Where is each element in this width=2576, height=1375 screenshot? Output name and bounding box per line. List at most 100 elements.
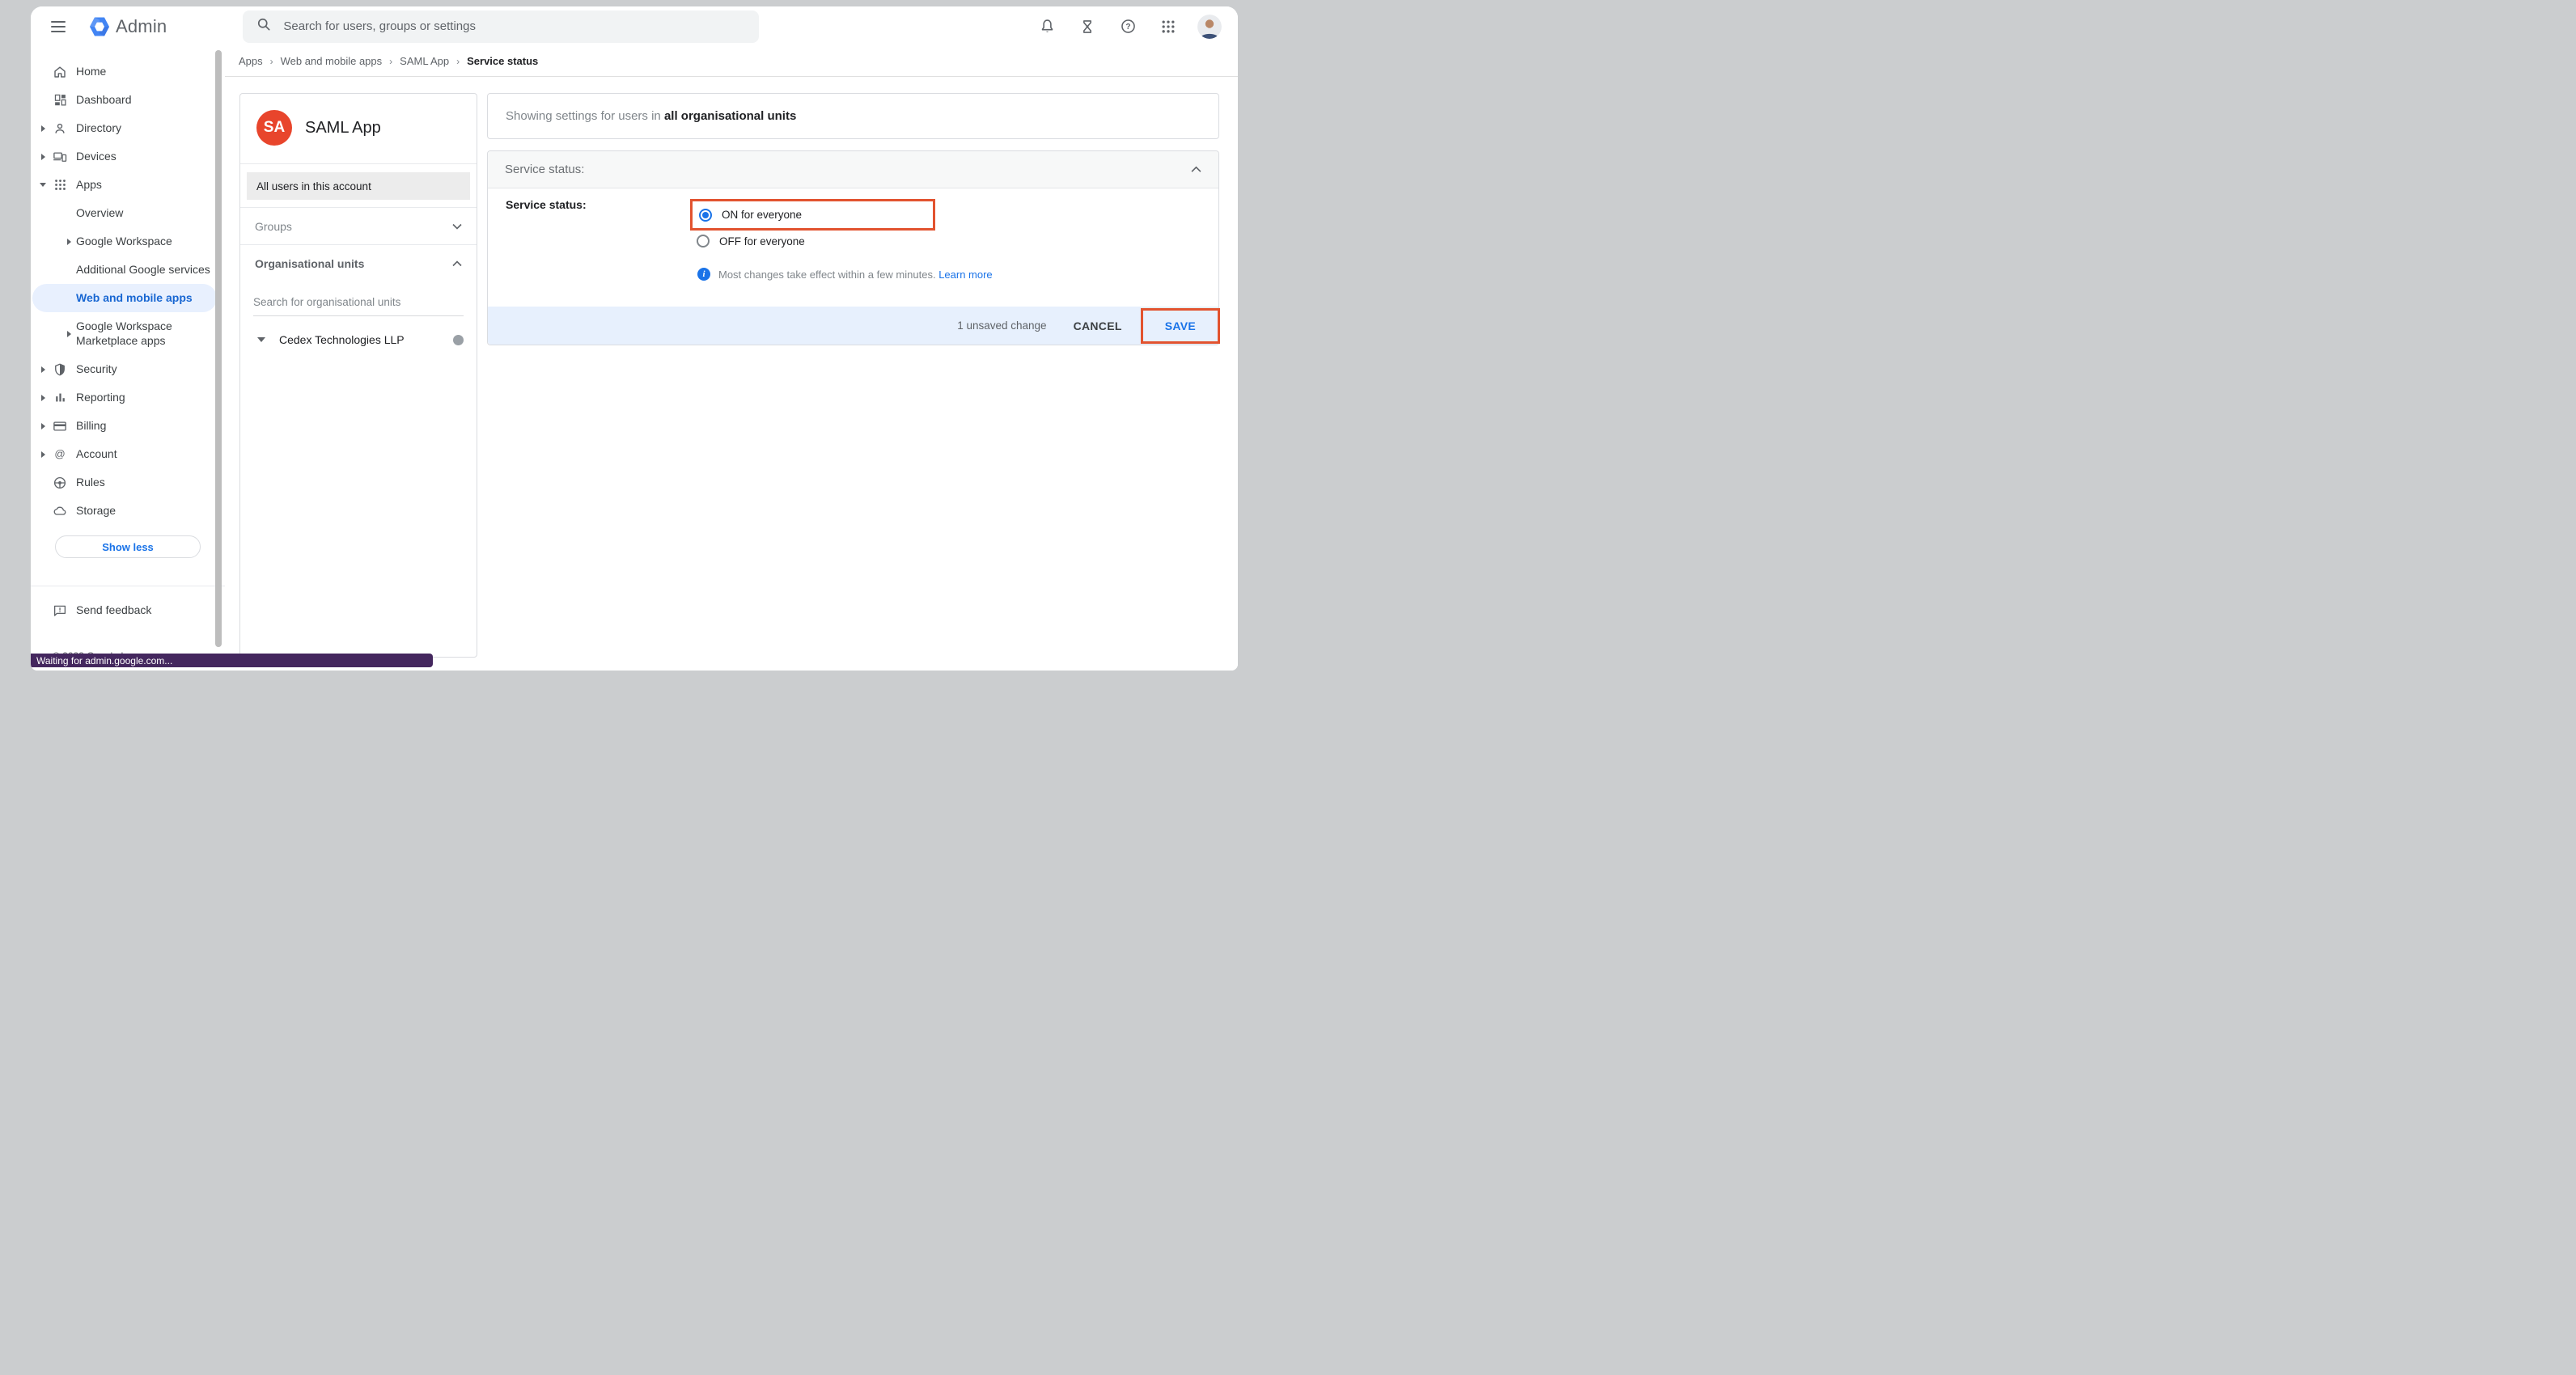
user-avatar[interactable]	[1197, 15, 1222, 39]
info-note: i Most changes take effect within a few …	[697, 268, 993, 281]
browser-status-bar: Waiting for admin.google.com...	[31, 654, 433, 667]
expand-right-icon	[39, 423, 47, 429]
settings-column: Showing settings for users in all organi…	[487, 93, 1219, 345]
admin-hexagon-icon	[89, 16, 110, 37]
apps-grid-icon[interactable]	[1159, 17, 1178, 36]
breadcrumb-separator: ›	[270, 56, 273, 67]
radio-unselected-icon[interactable]	[697, 235, 710, 248]
sidebar-item-billing[interactable]: Billing	[31, 412, 225, 440]
app-panel-header: SA SAML App	[240, 94, 477, 164]
field-label: Service status:	[506, 198, 587, 211]
service-status-body: Service status: ON for everyone	[488, 188, 1218, 307]
radio-off-option[interactable]: OFF for everyone	[697, 235, 805, 248]
sidebar-item-reporting[interactable]: Reporting	[31, 383, 225, 412]
breadcrumb-apps[interactable]: Apps	[239, 55, 263, 67]
sidebar-item-security[interactable]: Security	[31, 355, 225, 383]
learn-more-link[interactable]: Learn more	[938, 269, 992, 281]
app-avatar: SA	[256, 110, 292, 146]
expand-right-icon	[39, 366, 47, 373]
send-feedback-button[interactable]: Send feedback	[31, 598, 225, 624]
search-input[interactable]	[282, 19, 746, 34]
rules-wheel-icon	[53, 476, 67, 490]
feedback-icon	[53, 603, 67, 618]
sidebar-item-account[interactable]: @ Account	[31, 440, 225, 468]
storage-cloud-icon	[53, 504, 67, 518]
product-name: Admin	[116, 16, 167, 37]
svg-text:@: @	[54, 448, 65, 460]
service-status-card: Service status: Service status:	[487, 150, 1219, 345]
content-area: SA SAML App All users in this account Gr…	[225, 77, 1238, 671]
annotation-box-save-button: SAVE	[1141, 308, 1220, 344]
show-less-button[interactable]: Show less	[55, 535, 201, 558]
security-shield-icon	[53, 362, 67, 377]
org-unit-status-dot	[453, 335, 464, 345]
section-title: Service status:	[505, 163, 584, 176]
apps-icon	[53, 178, 67, 192]
sidebar-item-home[interactable]: Home	[31, 57, 225, 86]
app-title: SAML App	[305, 119, 381, 138]
header-actions: ?	[1016, 15, 1222, 39]
breadcrumb-web-and-mobile-apps[interactable]: Web and mobile apps	[281, 55, 383, 67]
notifications-bell-icon[interactable]	[1037, 17, 1057, 36]
info-text: Most changes take effect within a few mi…	[718, 269, 938, 281]
sidebar-item-marketplace-apps[interactable]: Google Workspace Marketplace apps	[31, 312, 225, 355]
expand-right-icon	[39, 154, 47, 160]
svg-text:?: ?	[1125, 23, 1130, 32]
breadcrumb-separator: ›	[389, 56, 392, 67]
help-icon[interactable]: ?	[1118, 17, 1138, 36]
sidebar-item-web-and-mobile-apps[interactable]: Web and mobile apps	[32, 284, 217, 312]
google-admin-logo[interactable]: Admin	[89, 16, 167, 37]
service-status-header[interactable]: Service status:	[488, 151, 1218, 188]
unsaved-changes-text: 1 unsaved change	[957, 319, 1046, 332]
search-icon	[256, 16, 272, 36]
admin-console-window: Admin	[31, 6, 1238, 671]
status-bar-text: Waiting for admin.google.com...	[36, 655, 172, 666]
menu-icon[interactable]	[51, 21, 66, 32]
all-users-scope[interactable]: All users in this account	[247, 172, 470, 200]
save-button[interactable]: SAVE	[1160, 319, 1201, 333]
sidebar-item-apps[interactable]: Apps	[31, 171, 225, 199]
sidebar-item-dashboard[interactable]: Dashboard	[31, 86, 225, 114]
info-icon: i	[697, 268, 710, 281]
groups-section-toggle[interactable]: Groups	[240, 207, 477, 244]
billing-card-icon	[53, 419, 67, 434]
sidebar-item-storage[interactable]: Storage	[31, 497, 225, 525]
collapse-down-icon	[39, 183, 47, 187]
dashboard-icon	[53, 93, 67, 108]
breadcrumb-separator: ›	[456, 56, 460, 67]
cancel-button[interactable]: CANCEL	[1069, 319, 1127, 333]
tree-expand-icon	[257, 337, 265, 342]
sidebar-item-overview[interactable]: Overview	[31, 199, 225, 227]
org-unit-name: Cedex Technologies LLP	[279, 333, 405, 346]
breadcrumb: Apps › Web and mobile apps › SAML App › …	[225, 46, 1238, 77]
org-unit-row[interactable]: Cedex Technologies LLP	[240, 327, 477, 353]
radio-on-option[interactable]: ON for everyone	[699, 209, 802, 222]
sidebar-item-devices[interactable]: Devices	[31, 142, 225, 171]
expand-right-icon	[39, 395, 47, 401]
expand-right-icon	[39, 451, 47, 458]
collapse-chevron-up-icon	[1191, 166, 1201, 173]
directory-icon	[53, 121, 67, 136]
sidebar-scrollbar[interactable]	[215, 50, 222, 647]
tasks-hourglass-icon[interactable]	[1078, 17, 1097, 36]
sidebar-item-additional-google-services[interactable]: Additional Google services	[31, 256, 225, 284]
radio-selected-icon[interactable]	[699, 209, 712, 222]
sidebar-item-directory[interactable]: Directory	[31, 114, 225, 142]
sidebar-item-google-workspace[interactable]: Google Workspace	[31, 227, 225, 256]
breadcrumb-saml-app[interactable]: SAML App	[400, 55, 449, 67]
account-at-icon: @	[53, 447, 67, 462]
home-icon	[53, 65, 67, 79]
reporting-chart-icon	[53, 391, 67, 405]
top-header: Admin	[31, 6, 1238, 46]
sidebar-item-rules[interactable]: Rules	[31, 468, 225, 497]
org-units-section-toggle[interactable]: Organisational units	[240, 244, 477, 281]
expand-right-icon	[65, 331, 73, 337]
app-info-panel: SA SAML App All users in this account Gr…	[239, 93, 477, 658]
org-unit-search-input[interactable]	[253, 293, 464, 316]
scope-target: all organisational units	[664, 109, 796, 123]
chevron-down-icon	[452, 223, 462, 230]
global-search[interactable]	[243, 11, 759, 43]
devices-icon	[53, 150, 67, 164]
sidebar-nav: Home Dashboard	[31, 46, 225, 671]
expand-right-icon	[39, 125, 47, 132]
